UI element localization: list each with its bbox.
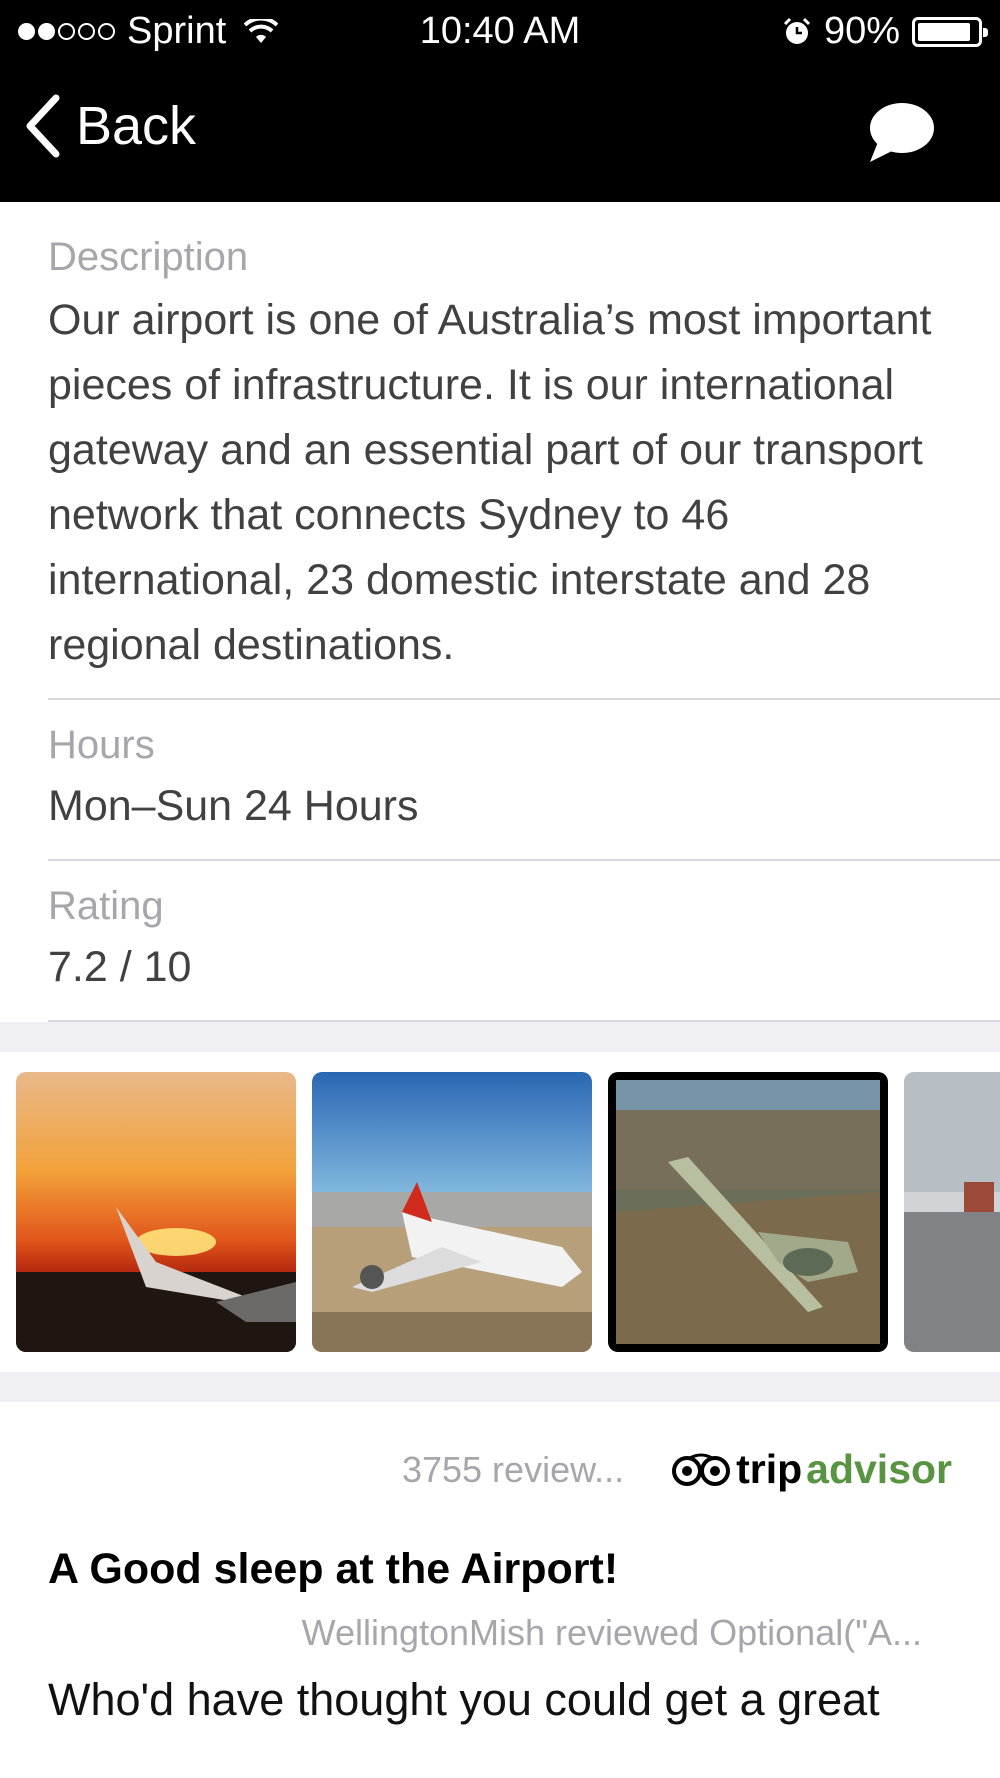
photo-strip[interactable]: [0, 1052, 1000, 1372]
description-section: Description Our airport is one of Austra…: [0, 202, 1000, 700]
back-button[interactable]: Back: [24, 94, 196, 158]
status-right: 90%: [782, 10, 988, 53]
battery-percent: 90%: [823, 10, 900, 52]
detail-content: Description Our airport is one of Austra…: [0, 202, 1000, 1762]
reviews-section: 3755 review... trip advisor A Good sleep …: [0, 1402, 1000, 1762]
review-body: Who'd have thought you could get a great: [48, 1674, 880, 1725]
photo-aerial-runway[interactable]: [608, 1072, 888, 1352]
rating-section: Rating 7.2 / 10: [0, 861, 1000, 1022]
section-separator: [0, 1022, 1000, 1052]
back-label: Back: [76, 96, 197, 156]
review-author: WellingtonMish reviewed Optional("A...: [301, 1612, 922, 1653]
hours-value: Mon–Sun 24 Hours: [48, 782, 419, 830]
description-label: Description: [48, 235, 249, 279]
alarm-icon: [783, 17, 810, 44]
battery-fill: [918, 22, 970, 41]
chevron-left-icon: [26, 94, 60, 158]
hours-label: Hours: [48, 723, 155, 767]
section-separator-2: [0, 1372, 1000, 1402]
chat-bubble-icon[interactable]: [866, 100, 936, 166]
reviews-header: 3755 review... trip advisor: [48, 1402, 952, 1493]
tripadvisor-owl-icon: [672, 1453, 731, 1486]
rating-label: Rating: [48, 884, 164, 928]
tripadvisor-logo-advisor: advisor: [806, 1446, 952, 1492]
photo-sunset-wing[interactable]: [16, 1072, 296, 1352]
description-text: Our airport is one of Australia’s most i…: [48, 296, 932, 669]
rating-value: 7.2 / 10: [48, 943, 192, 991]
status-bar: Sprint 10:40 AM 90%: [0, 0, 1000, 64]
battery-icon: [912, 16, 988, 47]
review-count-link[interactable]: 3755 review...: [402, 1449, 624, 1491]
review-title: A Good sleep at the Airport!: [48, 1545, 619, 1593]
tripadvisor-logo[interactable]: trip advisor: [670, 1446, 952, 1493]
tripadvisor-logo-trip: trip: [736, 1446, 803, 1492]
hours-section: Hours Mon–Sun 24 Hours: [0, 700, 1000, 861]
photo-tarmac[interactable]: [904, 1072, 1000, 1352]
navigation-bar: Back: [0, 64, 1000, 202]
photo-qantas-plane[interactable]: [312, 1072, 592, 1352]
